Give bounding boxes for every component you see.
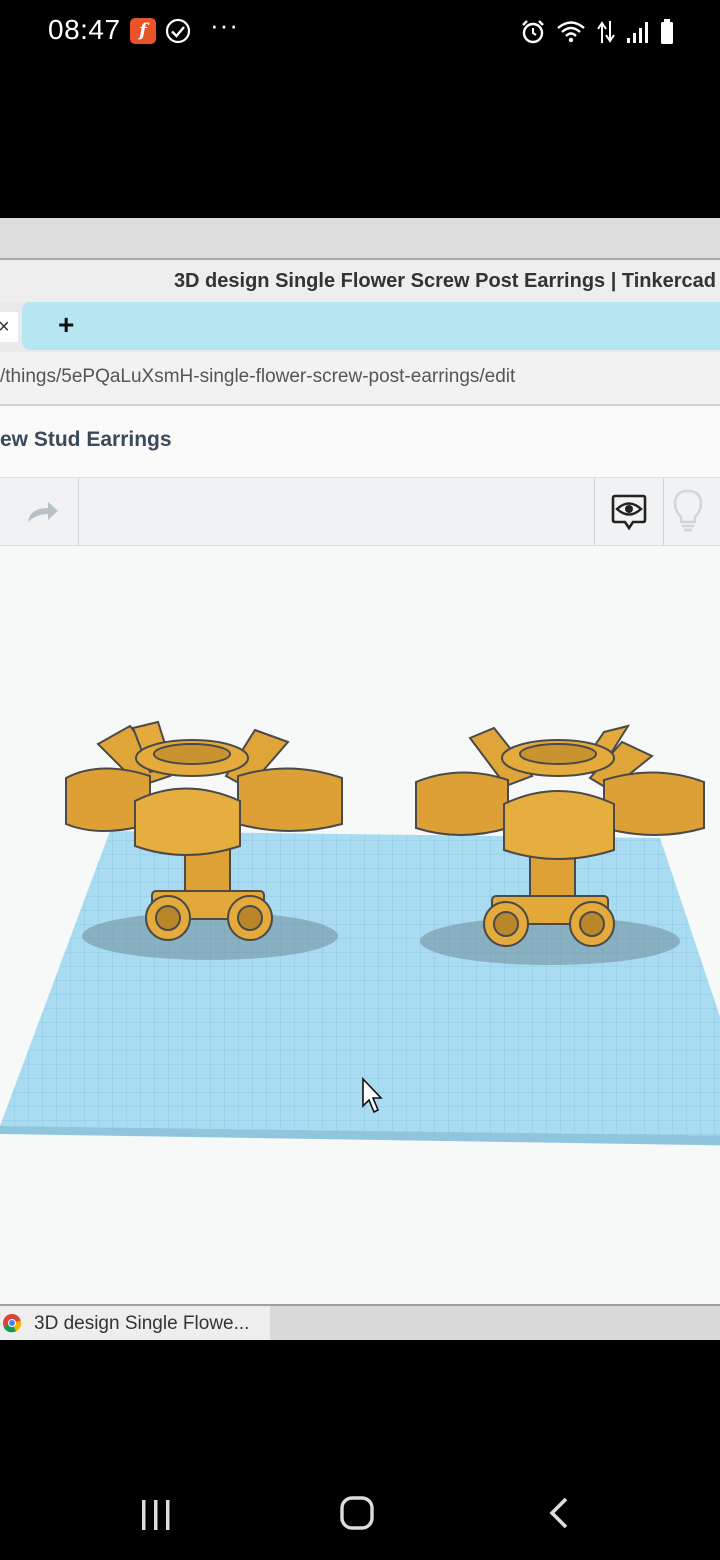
hint-button[interactable]	[672, 488, 704, 537]
design-title[interactable]: ew Stud Earrings	[0, 428, 172, 452]
new-tab-button[interactable]: +	[58, 310, 74, 340]
battery-icon	[661, 19, 673, 44]
alarm-icon	[522, 20, 544, 44]
view-toggle-button[interactable]	[594, 478, 664, 546]
system-icons	[520, 18, 674, 46]
3d-workplane-viewport[interactable]	[0, 546, 720, 1306]
url-text: /things/5ePQaLuXsmH-single-flower-screw-…	[0, 366, 516, 387]
redo-icon	[28, 502, 58, 522]
recent-apps-icon[interactable]	[140, 1498, 172, 1532]
flash-app-icon: f	[130, 18, 156, 44]
redo-button[interactable]	[0, 478, 79, 546]
home-icon[interactable]	[340, 1496, 374, 1530]
taskbar: 3D design Single Flowe...	[0, 1304, 720, 1340]
data-transfer-icon	[597, 21, 615, 43]
tab-close-button[interactable]: ×	[0, 312, 18, 342]
window-title: 3D design Single Flower Screw Post Earri…	[173, 270, 716, 292]
wifi-icon	[557, 21, 585, 43]
editor-toolbar	[0, 478, 720, 546]
taskbar-item-label: 3D design Single Flowe...	[34, 1313, 250, 1334]
design-header: ew Stud Earrings	[0, 408, 720, 478]
address-bar[interactable]: /things/5ePQaLuXsmH-single-flower-screw-…	[0, 352, 720, 406]
lightbulb-icon	[673, 489, 703, 532]
screen-capture: 3D design Single Flower Screw Post Earri…	[0, 218, 720, 1340]
eye-speech-icon	[611, 494, 647, 531]
window-title-bar: 3D design Single Flower Screw Post Earri…	[0, 260, 720, 304]
check-circle-icon	[165, 18, 191, 44]
workplane-scene	[0, 720, 720, 1146]
chrome-icon	[3, 1314, 22, 1333]
more-notifications-icon: ···	[210, 10, 239, 40]
window-chrome	[0, 218, 720, 260]
tab-strip: × +	[0, 302, 720, 352]
back-icon[interactable]	[546, 1496, 572, 1530]
signal-icon	[627, 22, 648, 43]
clock: 08:47	[48, 14, 121, 45]
active-tab[interactable]: +	[22, 302, 720, 350]
taskbar-item-browser[interactable]: 3D design Single Flowe...	[0, 1306, 270, 1340]
navigation-bar	[0, 1460, 720, 1560]
status-bar: 08:47 f ···	[0, 0, 720, 64]
